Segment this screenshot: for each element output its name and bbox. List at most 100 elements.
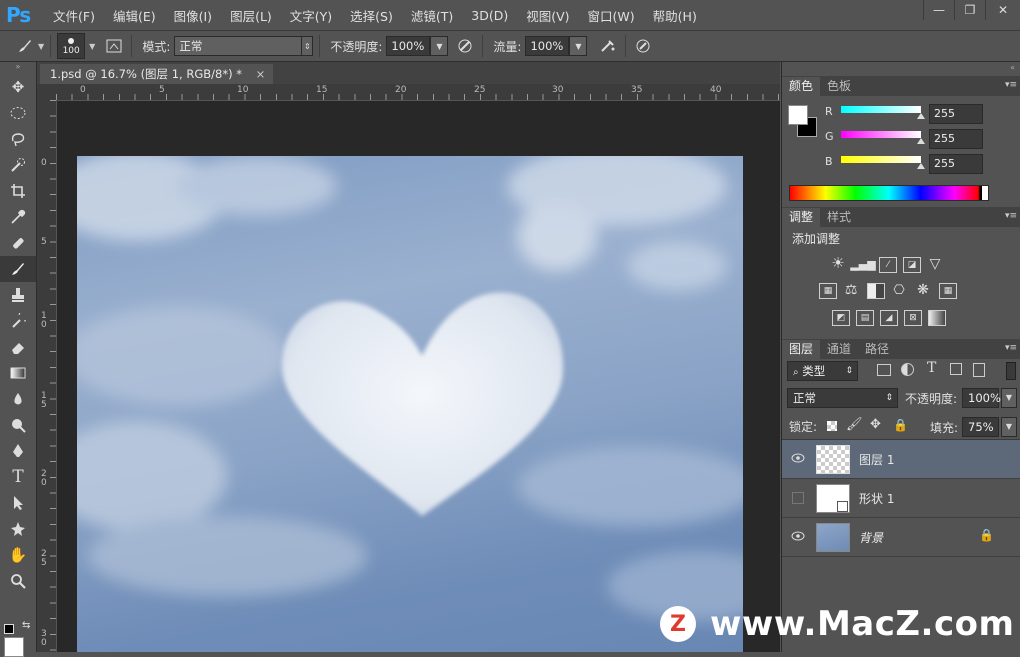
default-colors-icon[interactable] [4, 624, 14, 634]
vibrance-icon[interactable]: ▽ [927, 256, 943, 272]
flow-dropdown-icon[interactable]: ▼ [569, 36, 588, 56]
channel-mixer-icon[interactable]: ❋ [915, 282, 931, 298]
filter-shape-icon[interactable] [950, 363, 962, 375]
minimize-button[interactable]: — [923, 0, 954, 20]
toolbar-collapse-icon[interactable]: » [0, 62, 36, 74]
b-slider[interactable] [841, 156, 921, 163]
history-brush-tool-icon[interactable] [0, 308, 36, 334]
gradient-tool-icon[interactable] [0, 360, 36, 386]
ruler-origin[interactable] [37, 84, 56, 100]
tab-close-icon[interactable]: × [256, 67, 266, 81]
foreground-color-swatch[interactable] [4, 637, 24, 657]
hue-saturation-icon[interactable]: ▦ [819, 283, 837, 299]
restore-button[interactable]: ❐ [954, 0, 985, 20]
menu-help[interactable]: 帮助(H) [644, 6, 706, 25]
type-tool-icon[interactable]: T [0, 464, 36, 490]
tab-layers[interactable]: 图层 [782, 340, 821, 359]
tab-paths[interactable]: 路径 [858, 340, 896, 359]
menu-select[interactable]: 选择(S) [341, 6, 402, 25]
tab-adjustments[interactable]: 调整 [782, 208, 821, 227]
brightness-contrast-icon[interactable]: ☀ [830, 254, 846, 272]
layer-opacity-dropdown-icon[interactable]: ▼ [1001, 388, 1017, 408]
lock-transparent-icon[interactable] [827, 421, 837, 431]
collapse-arrows-icon[interactable]: « [1010, 63, 1015, 72]
r-slider[interactable] [841, 106, 921, 113]
crop-tool-icon[interactable] [0, 178, 36, 204]
zoom-tool-icon[interactable] [0, 568, 36, 594]
preset-dropdown-icon[interactable]: ▼ [38, 42, 44, 51]
selective-color-icon[interactable]: ⊠ [904, 310, 922, 326]
visibility-eye-icon[interactable] [791, 452, 805, 464]
path-selection-tool-icon[interactable] [0, 490, 36, 516]
layer-filter-select[interactable]: ⌕ 类型 ⇕ [787, 361, 858, 381]
panel-menu-icon[interactable]: ▾≡ [1005, 343, 1017, 353]
visibility-toggle-empty[interactable] [792, 492, 804, 504]
blur-tool-icon[interactable] [0, 386, 36, 412]
layer-name[interactable]: 背景 [859, 529, 883, 546]
foreground-color-swatch-panel[interactable] [788, 105, 808, 125]
filter-adjustment-icon[interactable] [901, 363, 914, 376]
threshold-icon[interactable]: ◢ [880, 310, 898, 326]
document-canvas[interactable] [77, 156, 743, 652]
brush-size-picker[interactable]: 100 [57, 33, 86, 59]
color-balance-icon[interactable]: ⚖ [843, 282, 859, 298]
color-spectrum-bar[interactable] [789, 185, 989, 201]
menu-image[interactable]: 图像(I) [165, 6, 221, 25]
pen-tool-icon[interactable] [0, 438, 36, 464]
dodge-tool-icon[interactable] [0, 412, 36, 438]
g-slider-thumb-icon[interactable] [917, 138, 925, 144]
b-slider-thumb-icon[interactable] [917, 163, 925, 169]
menu-layer[interactable]: 图层(L) [221, 6, 281, 25]
opacity-input[interactable]: 100% [386, 36, 431, 56]
layer-opacity-input[interactable]: 100% [962, 388, 1001, 408]
tab-swatches[interactable]: 色板 [820, 77, 858, 96]
photo-filter-icon[interactable]: ⎔ [891, 283, 907, 298]
black-white-icon[interactable] [867, 283, 885, 299]
b-value-input[interactable]: 255 [929, 154, 983, 174]
lock-all-icon[interactable]: 🔒 [893, 418, 908, 432]
lock-pixels-icon[interactable]: 🖌 [846, 417, 863, 432]
eraser-tool-icon[interactable] [0, 334, 36, 360]
menu-window[interactable]: 窗口(W) [579, 6, 644, 25]
filter-pixel-icon[interactable] [877, 364, 891, 376]
menu-3d[interactable]: 3D(D) [462, 8, 517, 23]
swap-colors-icon[interactable]: ⇆ [22, 620, 30, 631]
filter-smart-object-icon[interactable] [973, 363, 985, 377]
eyedropper-tool-icon[interactable] [0, 204, 36, 230]
opacity-dropdown-icon[interactable]: ▼ [430, 36, 449, 56]
menu-filter[interactable]: 滤镜(T) [402, 6, 462, 25]
lock-position-icon[interactable]: ✥ [870, 417, 881, 432]
mode-select[interactable]: 正常 ⇕ [174, 36, 314, 56]
blend-mode-select[interactable]: 正常 ⇕ [787, 388, 898, 408]
fill-dropdown-icon[interactable]: ▼ [1001, 417, 1017, 437]
g-value-input[interactable]: 255 [929, 129, 983, 149]
layer-row-shape1[interactable]: 形状 1 [782, 479, 1020, 518]
visibility-eye-icon[interactable] [791, 530, 805, 542]
lasso-tool-icon[interactable] [0, 126, 36, 152]
brush-tool-preset-icon[interactable] [14, 35, 36, 57]
tab-color[interactable]: 颜色 [782, 77, 821, 96]
pressure-size-icon[interactable] [632, 35, 654, 57]
filter-type-icon[interactable]: T [927, 360, 936, 376]
hand-tool-icon[interactable]: ✋ [0, 542, 36, 568]
invert-icon[interactable]: ◩ [832, 310, 850, 326]
menu-file[interactable]: 文件(F) [44, 6, 104, 25]
brush-panel-toggle-icon[interactable] [103, 35, 125, 57]
flow-input[interactable]: 100% [525, 36, 570, 56]
panel-menu-icon[interactable]: ▾≡ [1005, 80, 1017, 90]
shape-tool-icon[interactable] [0, 516, 36, 542]
filter-toggle-switch[interactable] [1006, 362, 1016, 380]
curves-icon[interactable]: ⁄ [879, 257, 897, 273]
tab-styles[interactable]: 样式 [820, 208, 858, 227]
gradient-map-icon[interactable] [928, 310, 946, 326]
horizontal-ruler[interactable]: 0 5 10 15 20 25 30 35 40 [56, 84, 780, 101]
r-value-input[interactable]: 255 [929, 104, 983, 124]
levels-icon[interactable]: ▂▄▆ [850, 257, 875, 271]
document-tab[interactable]: 1.psd @ 16.7% (图层 1, RGB/8*) * × [40, 64, 274, 84]
tab-channels[interactable]: 通道 [820, 340, 858, 359]
menu-type[interactable]: 文字(Y) [281, 6, 341, 25]
layer-row-layer1[interactable]: 图层 1 [782, 440, 1020, 479]
color-lookup-icon[interactable]: ▦ [939, 283, 957, 299]
pressure-opacity-icon[interactable] [454, 35, 476, 57]
fill-input[interactable]: 75% [962, 417, 999, 437]
